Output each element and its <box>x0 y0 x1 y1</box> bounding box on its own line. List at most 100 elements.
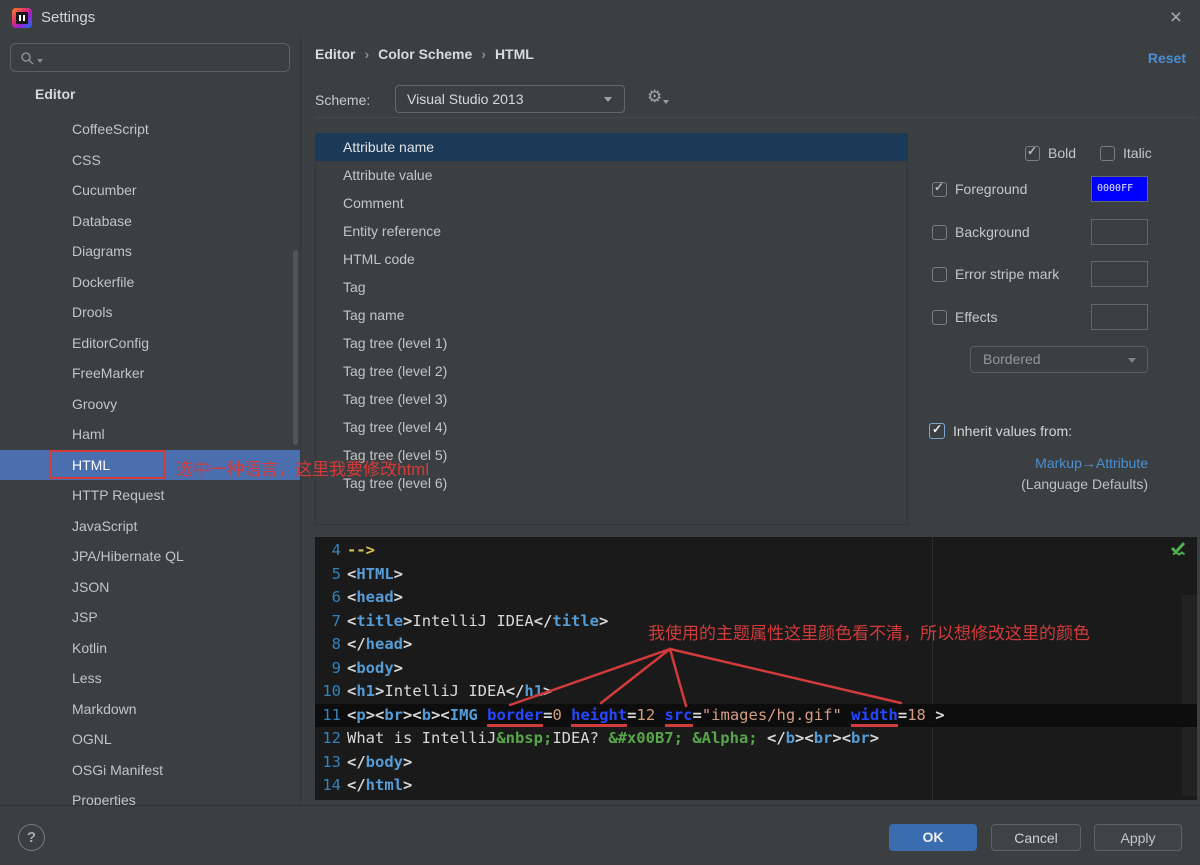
sidebar-item-database[interactable]: Database <box>0 206 300 237</box>
code-token: < <box>347 658 357 677</box>
attribute-row[interactable]: Tag tree (level 2) <box>316 357 907 385</box>
code-token: </ <box>766 729 786 747</box>
sidebar-item-dockerfile[interactable]: Dockerfile <box>0 267 300 298</box>
bold-option: Bold <box>1025 144 1077 161</box>
sidebar-item-jsp[interactable]: JSP <box>0 602 300 633</box>
code-token: < <box>375 705 385 724</box>
sidebar-item-ognl[interactable]: OGNL <box>0 724 300 755</box>
chevron-down-icon <box>663 100 670 104</box>
effects-color-swatch <box>1091 304 1148 330</box>
attribute-row[interactable]: HTML code <box>316 245 907 273</box>
code-token: IntelliJ IDEA <box>412 611 534 630</box>
foreground-label: Foreground <box>955 181 1028 197</box>
sidebar-item-kotlin[interactable]: Kotlin <box>0 633 300 664</box>
sidebar-item-drools[interactable]: Drools <box>0 297 300 328</box>
sidebar-item-jpa-hibernate-ql[interactable]: JPA/Hibernate QL <box>0 541 300 572</box>
bold-checkbox[interactable] <box>1025 144 1040 161</box>
sidebar-item-cucumber[interactable]: Cucumber <box>0 175 300 206</box>
sidebar-item-http-request[interactable]: HTTP Request <box>0 480 300 511</box>
sidebar-item-javascript[interactable]: JavaScript <box>0 511 300 542</box>
code-token: b <box>421 705 432 724</box>
code-token: > <box>393 588 404 606</box>
effects-checkbox[interactable] <box>932 309 947 325</box>
annotation-rect-html <box>49 450 165 479</box>
error-stripe-option: Error stripe mark <box>932 266 1059 282</box>
line-number: 7 <box>331 611 341 630</box>
help-button[interactable]: ? <box>18 824 45 851</box>
attribute-row[interactable]: Tag tree (level 1) <box>316 329 907 357</box>
search-icon <box>21 51 34 65</box>
sidebar-item-coffeescript[interactable]: CoffeeScript <box>0 114 300 145</box>
effects-option: Effects <box>932 309 998 325</box>
code-token: html <box>365 776 403 794</box>
inherit-source-link[interactable]: Markup→Attribute <box>1035 455 1148 471</box>
code-token: &#x00B7; <box>608 729 683 747</box>
code-token: 12 <box>636 705 656 724</box>
sidebar-item-editor-root[interactable]: Editor <box>35 86 75 102</box>
code-token: > <box>599 611 609 630</box>
error-stripe-checkbox[interactable] <box>932 266 947 282</box>
ok-button[interactable]: OK <box>889 824 977 851</box>
code-token: IntelliJ IDEA <box>384 682 506 700</box>
attribute-row[interactable]: Comment <box>316 189 907 217</box>
sidebar-item-json[interactable]: JSON <box>0 572 300 603</box>
sidebar-item-properties[interactable]: Properties <box>0 785 300 805</box>
line-number: 4 <box>331 541 341 559</box>
cancel-button[interactable]: Cancel <box>991 824 1081 851</box>
attribute-row[interactable]: Tag tree (level 3) <box>316 385 907 413</box>
attribute-row[interactable]: Tag tree (level 4) <box>316 413 907 441</box>
settings-dialog: Settings × Editor CoffeeScript CSS Cucumbe… <box>0 0 1200 865</box>
code-line: 14 </html> <box>315 774 1197 798</box>
line-number: 14 <box>322 776 341 794</box>
line-number: 13 <box>322 752 341 771</box>
scheme-label: Scheme: <box>315 92 371 108</box>
line-number: 10 <box>322 682 341 700</box>
code-line: 13 </body> <box>315 751 1197 775</box>
sidebar-item-css[interactable]: CSS <box>0 145 300 176</box>
apply-button[interactable]: Apply <box>1094 824 1182 851</box>
sidebar-item-osgi-manifest[interactable]: OSGi Manifest <box>0 755 300 786</box>
reset-link[interactable]: Reset <box>1148 50 1186 66</box>
attribute-row[interactable]: Tag name <box>316 301 907 329</box>
italic-checkbox[interactable] <box>1100 145 1115 161</box>
code-line: 5 <HTML> <box>315 563 1197 587</box>
code-token: < <box>440 705 450 724</box>
line-number: 5 <box>331 564 341 583</box>
sidebar-item-markdown[interactable]: Markdown <box>0 694 300 725</box>
breadcrumb-item: HTML <box>494 46 534 62</box>
search-input[interactable] <box>10 43 290 72</box>
bold-label: Bold <box>1048 145 1077 161</box>
code-token: < <box>347 611 357 630</box>
code-token: br <box>384 705 404 724</box>
attribute-row[interactable]: Entity reference <box>316 217 907 245</box>
sidebar-item-editorconfig[interactable]: EditorConfig <box>0 328 300 359</box>
sidebar-item-diagrams[interactable]: Diagrams <box>0 236 300 267</box>
code-lines: 4 --> 5 <HTML> 6 <head> 7 <title>IntelliJ IDEA<… <box>315 539 1197 798</box>
sidebar-item-less[interactable]: Less <box>0 663 300 694</box>
foreground-checkbox[interactable] <box>932 180 947 197</box>
code-token: head <box>365 635 403 653</box>
attribute-row[interactable]: Tag <box>316 273 907 301</box>
code-line: 9 <body> <box>315 657 1197 681</box>
code-token: < <box>804 729 814 747</box>
code-token: < <box>412 705 422 724</box>
breadcrumb-item: Color Scheme <box>378 46 473 62</box>
attribute-row[interactable]: Attribute value <box>316 161 907 189</box>
chevron-down-icon <box>37 58 43 63</box>
sidebar-item-groovy[interactable]: Groovy <box>0 389 300 420</box>
code-token: > <box>832 729 842 747</box>
scheme-select[interactable]: Visual Studio 2013 <box>395 85 625 113</box>
breadcrumb: Editor › Color Scheme › HTML <box>315 46 534 62</box>
sidebar-item-haml[interactable]: Haml <box>0 419 300 450</box>
close-icon[interactable]: × <box>1170 5 1182 31</box>
foreground-color-swatch[interactable]: 0000FF <box>1091 176 1148 202</box>
sidebar-item-freemarker[interactable]: FreeMarker <box>0 358 300 389</box>
settings-sidebar: Editor CoffeeScript CSS Cucumber Database Di… <box>0 36 300 805</box>
attribute-row[interactable]: Attribute name <box>316 133 907 161</box>
background-checkbox[interactable] <box>932 224 947 240</box>
scheme-gear-button[interactable]: ⚙ <box>647 87 670 107</box>
sidebar-scrollbar[interactable] <box>293 250 298 445</box>
inherit-checkbox[interactable] <box>929 422 945 439</box>
